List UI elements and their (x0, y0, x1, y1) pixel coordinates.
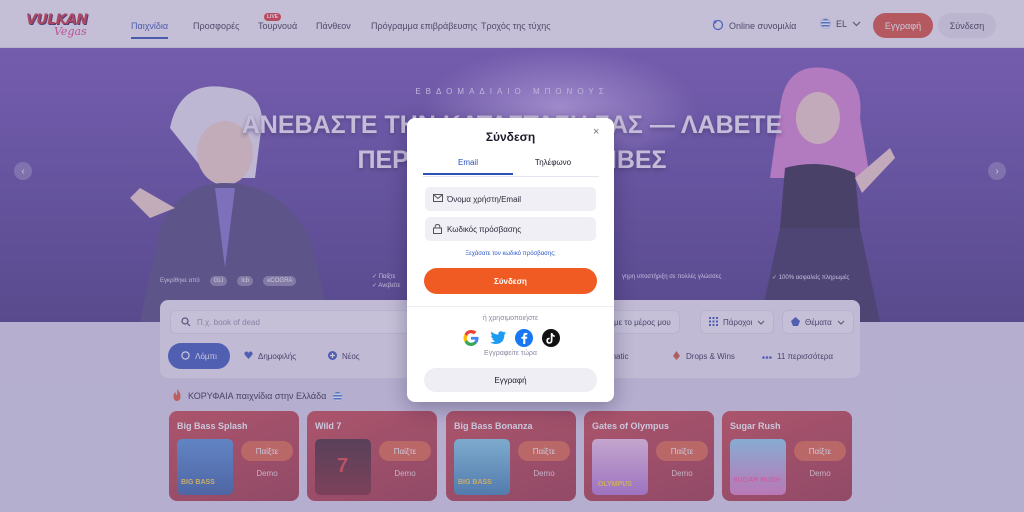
login-submit-button[interactable]: Σύνδεση (424, 268, 597, 294)
social-login-row (462, 328, 560, 348)
tiktok-icon[interactable] (541, 329, 560, 347)
register-now-label: Εγγραφείτε τώρα (484, 350, 537, 357)
forgot-password-link[interactable]: Ξεχάσατε τον κωδικό πρόσβασης; (407, 251, 614, 257)
modal-title: Σύνδεση (485, 130, 536, 144)
google-icon[interactable] (462, 329, 480, 347)
password-field[interactable]: Κωδικός πρόσβασης (425, 217, 596, 241)
twitter-icon[interactable] (489, 329, 507, 347)
username-placeholder: Όνομα χρήστη/Email (447, 194, 522, 204)
register-button[interactable]: Εγγραφή (424, 368, 597, 392)
lock-icon (433, 223, 442, 236)
or-use-label: ή χρησιμοποιήστε (482, 315, 539, 322)
username-email-field[interactable]: Όνομα χρήστη/Email (425, 187, 596, 211)
tab-phone[interactable]: Τηλέφωνο (508, 158, 598, 173)
mail-icon (433, 194, 443, 204)
login-modal: Σύνδεση × Email Τηλέφωνο Όνομα χρήστη/Em… (407, 118, 614, 402)
facebook-icon[interactable] (515, 329, 534, 347)
tab-email[interactable]: Email (423, 158, 513, 175)
password-placeholder: Κωδικός πρόσβασης (447, 224, 522, 234)
close-icon[interactable]: × (593, 126, 599, 138)
